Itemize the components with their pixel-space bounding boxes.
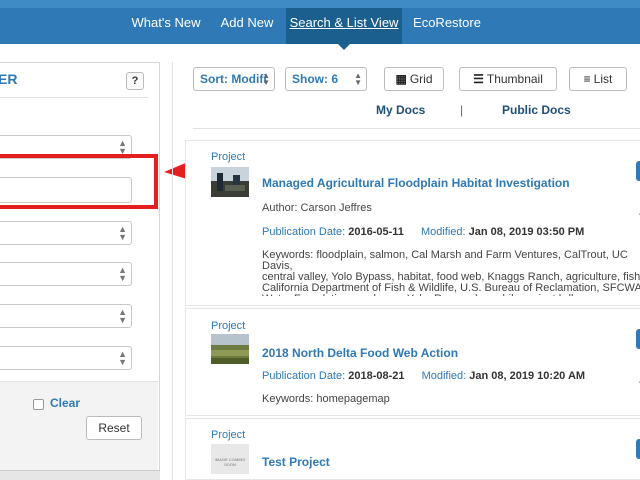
help-button[interactable]: ? <box>126 72 144 90</box>
nav-ecorestore[interactable]: EcoRestore <box>410 8 484 44</box>
tab-public-docs[interactable]: Public Docs <box>502 103 571 117</box>
result-card: Project Managed Agricultural Floodplain … <box>185 140 640 306</box>
result-card: Project 2018 North Delta Food Web Action… <box>185 308 640 416</box>
result-type: Project <box>211 320 246 332</box>
publication-date-label: Publication Date: <box>262 370 346 382</box>
results-area: Sort: Modifi ▲ ▼ Show: 6 ▲ ▼ ▦ Grid ☰ Thumbn… <box>172 62 640 480</box>
publication-date-value: 2016-05-11 <box>348 226 404 238</box>
annotation-highlight-box <box>0 154 158 209</box>
show-arrows-icon: ▲ ▼ <box>354 71 362 87</box>
sort-select[interactable]: Sort: Modifi ▲ ▼ <box>193 67 275 91</box>
modified-value: Jan 08, 2019 03:50 PM <box>468 226 585 238</box>
select-arrows-icon: ▲ ▼ <box>118 265 127 283</box>
author-value: Carson Jeffres <box>300 202 372 214</box>
filter-footer: Clear Reset <box>0 381 158 480</box>
list-view-label: List <box>593 72 613 86</box>
list-lines-icon: ☰ <box>473 72 484 86</box>
map-preview-strip <box>0 470 160 480</box>
card-action-button[interactable] <box>636 329 640 349</box>
nav-add-new[interactable]: Add New <box>214 8 280 44</box>
select-arrows-icon: ▲ ▼ <box>118 138 127 156</box>
landscape-photo-icon <box>211 334 249 364</box>
filter-panel: ER ? ▲ ▼ ▲ ▼ ▲ ▼ ▲ ▼ ▲ ▼ Clear Reset <box>0 62 160 480</box>
card-action-button[interactable] <box>636 439 640 459</box>
select-arrows-icon: ▲ ▼ <box>118 224 127 242</box>
modified-label: Modified: <box>420 226 466 238</box>
sort-select-label: Sort: Modifi <box>200 72 267 86</box>
clear-link[interactable]: Clear <box>50 396 80 410</box>
show-select-label: Show: 6 <box>292 72 339 86</box>
result-dates: Publication Date: 2016-05-11 Modified: J… <box>262 226 584 238</box>
result-keywords: Keywords: floodplain, salmon, Cal Marsh … <box>262 250 640 296</box>
result-card: Project IMAGE COMING SOON Test Project <box>185 418 640 480</box>
result-thumbnail[interactable] <box>211 334 249 364</box>
filter-select-2[interactable]: ▲ ▼ <box>0 221 132 245</box>
sort-arrows-icon: ▲ ▼ <box>262 71 270 87</box>
field-photo-icon <box>211 167 249 197</box>
top-nav-bar: What's New Add New Search & List View Ec… <box>0 0 640 50</box>
result-type: Project <box>211 151 246 163</box>
thumbnail-view-button[interactable]: ☰ Thumbnail <box>459 67 557 91</box>
tab-my-docs[interactable]: My Docs <box>376 103 425 117</box>
reset-button[interactable]: Reset <box>86 416 142 440</box>
result-title[interactable]: 2018 North Delta Food Web Action <box>262 346 458 360</box>
select-arrows-icon: ▲ ▼ <box>118 307 127 325</box>
grid-icon: ▦ <box>395 72 407 86</box>
grid-view-label: Grid <box>409 72 433 86</box>
select-arrows-icon: ▲ ▼ <box>118 349 127 367</box>
clear-checkbox[interactable] <box>33 399 44 410</box>
result-title[interactable]: Test Project <box>262 455 330 469</box>
card-action-button[interactable] <box>636 161 640 181</box>
list-icon: ≡ <box>583 72 591 86</box>
filter-select-4[interactable]: ▲ ▼ <box>0 304 132 328</box>
modified-label: Modified: <box>421 370 467 382</box>
filter-divider <box>0 97 148 98</box>
modified-value: Jan 08, 2019 10:20 AM <box>469 370 586 382</box>
top-strip <box>0 0 640 8</box>
image-coming-soon-text: IMAGE COMING SOON <box>214 457 246 467</box>
result-thumbnail[interactable] <box>211 167 249 197</box>
publication-date-value: 2018-08-21 <box>348 370 405 382</box>
result-thumbnail[interactable]: IMAGE COMING SOON <box>211 444 249 474</box>
result-dates: Publication Date: 2018-08-21 Modified: J… <box>262 370 585 382</box>
result-keywords: Keywords: homepagemap <box>262 394 390 405</box>
nav-search-list-view-label: Search & List View <box>289 15 399 30</box>
tabs-underline <box>193 128 640 129</box>
active-caret-icon <box>337 43 351 50</box>
grid-view-button[interactable]: ▦ Grid <box>384 67 444 91</box>
list-view-button[interactable]: ≡ List <box>569 67 627 91</box>
tab-separator: | <box>460 103 464 117</box>
nav-whats-new[interactable]: What's New <box>124 8 208 44</box>
filter-select-5[interactable]: ▲ ▼ <box>0 346 132 370</box>
show-select[interactable]: Show: 6 ▲ ▼ <box>285 67 367 91</box>
result-title[interactable]: Managed Agricultural Floodplain Habitat … <box>262 176 570 190</box>
result-type: Project <box>211 429 246 441</box>
thumbnail-view-label: Thumbnail <box>486 72 543 86</box>
nav-search-list-view[interactable]: Search & List View <box>286 8 402 50</box>
filter-select-3[interactable]: ▲ ▼ <box>0 262 132 286</box>
filter-title: ER <box>0 71 18 87</box>
result-author: Author: Carson Jeffres <box>262 202 372 214</box>
author-label: Author: <box>262 202 298 214</box>
publication-date-label: Publication Date: <box>262 226 346 238</box>
